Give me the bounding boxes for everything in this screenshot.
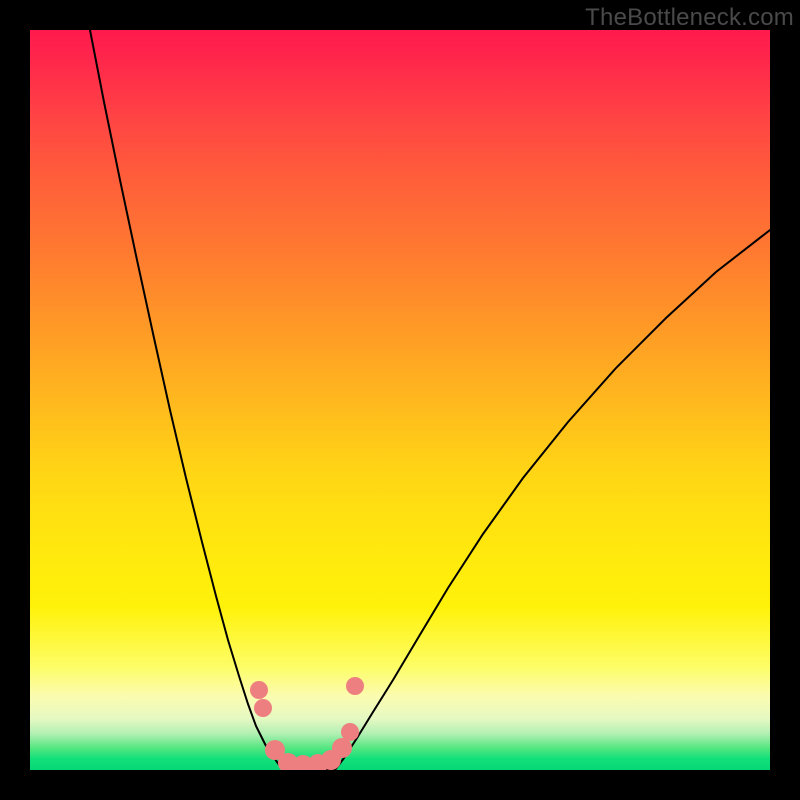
marker-dot	[341, 723, 359, 741]
marker-dot	[254, 699, 272, 717]
curve-svg	[30, 30, 770, 770]
watermark-text: TheBottleneck.com	[585, 4, 794, 32]
marker-dot	[332, 738, 352, 758]
outer-frame: TheBottleneck.com	[0, 0, 800, 800]
bottleneck-curve	[90, 30, 770, 770]
marker-dot	[250, 681, 268, 699]
curve-markers	[250, 677, 364, 770]
marker-dot	[346, 677, 364, 695]
plot-area	[30, 30, 770, 770]
